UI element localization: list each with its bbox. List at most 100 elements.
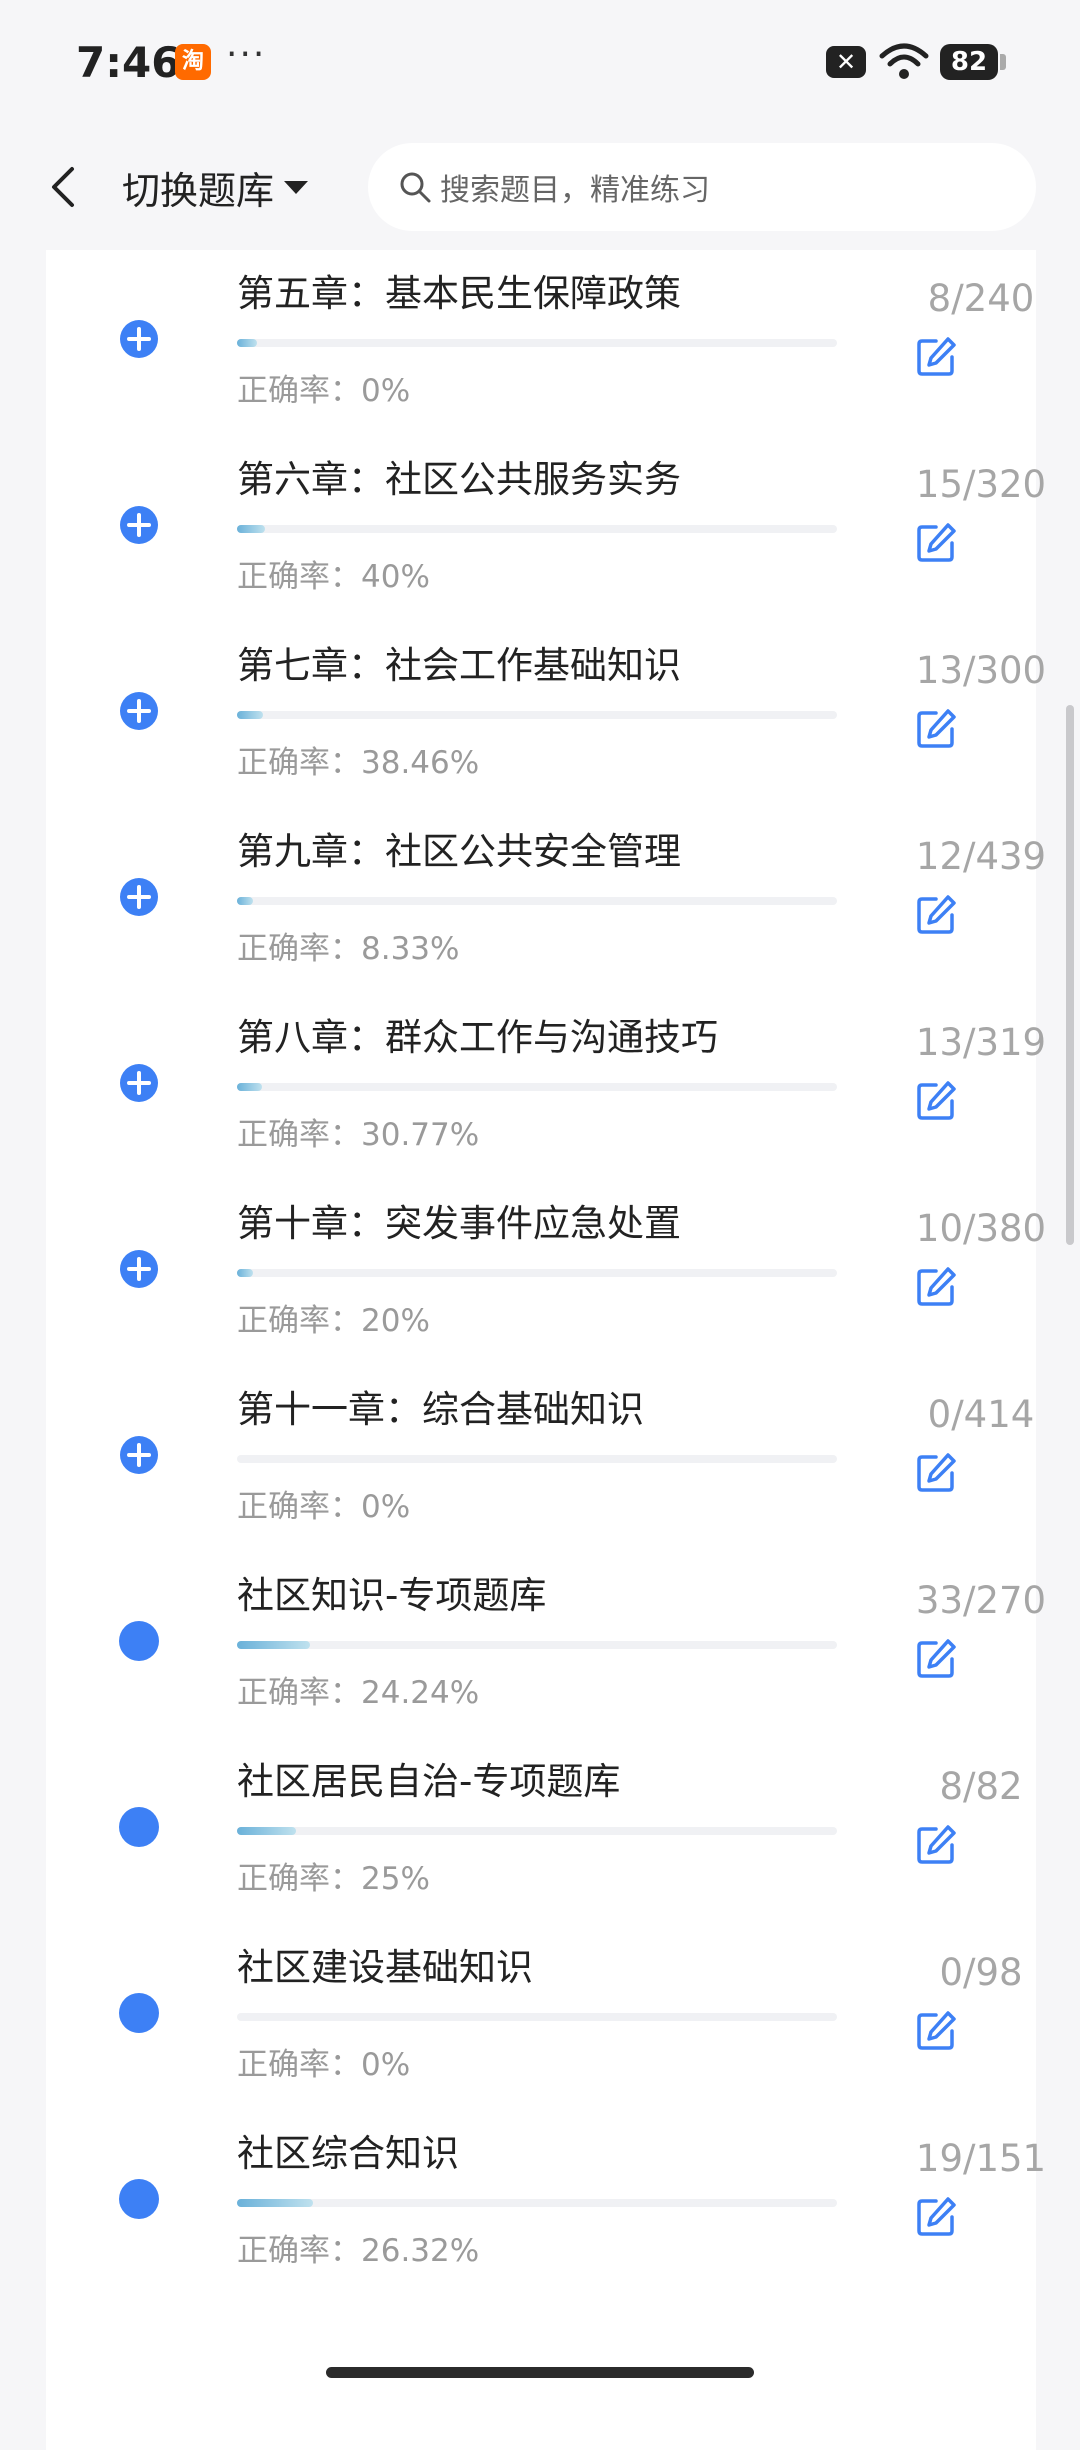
bullet-dot-icon xyxy=(119,1621,159,1661)
chapter-row[interactable]: 第五章：基本民生保障政策正确率：0% 8/240 xyxy=(46,263,1036,453)
chapter-row[interactable]: 第八章：群众工作与沟通技巧 正确率：30.77% 13/319 xyxy=(46,1007,1046,1197)
practice-edit-icon[interactable] xyxy=(914,893,958,937)
progress-bar xyxy=(237,2199,837,2207)
answered-count: 33/270 xyxy=(915,1579,1047,1622)
chapter-row[interactable]: 社区知识-专项题库正确率：24.24% 33/270 xyxy=(46,1565,1046,1755)
home-indicator[interactable] xyxy=(326,2367,754,2378)
search-placeholder: 搜索题目，精准练习 xyxy=(440,173,710,208)
progress-bar xyxy=(237,897,837,905)
accuracy-rate: 正确率：24.24% xyxy=(237,1675,480,1711)
practice-edit-icon[interactable] xyxy=(914,707,958,751)
answered-count: 13/300 xyxy=(915,649,1047,692)
chapter-title: 第八章：群众工作与沟通技巧 xyxy=(237,1016,718,1059)
accuracy-rate: 正确率：40% xyxy=(237,559,430,595)
answered-count: 15/320 xyxy=(915,463,1047,506)
accuracy-rate: 正确率：0% xyxy=(237,373,411,409)
progress-bar xyxy=(237,1641,837,1649)
progress-bar xyxy=(237,1269,837,1277)
expand-plus-icon[interactable] xyxy=(119,1063,159,1103)
chapter-title: 第十一章：综合基础知识 xyxy=(237,1388,644,1431)
expand-plus-icon[interactable] xyxy=(119,319,159,359)
progress-bar-fill xyxy=(237,1269,253,1277)
chapter-title: 第九章：社区公共安全管理 xyxy=(237,830,681,873)
chapter-title: 社区建设基础知识 xyxy=(237,1946,533,1989)
chapter-row[interactable]: 社区综合知识 正确率：26.32% 19/151 xyxy=(46,2123,1046,2313)
answered-count: 0/98 xyxy=(939,1951,1023,1994)
answered-count: 10/380 xyxy=(915,1207,1047,1250)
chapter-title: 社区综合知识 xyxy=(237,2132,459,2175)
expand-plus-icon[interactable] xyxy=(119,1435,159,1475)
expand-plus-icon[interactable] xyxy=(119,1249,159,1289)
progress-bar-fill xyxy=(237,1083,262,1091)
progress-bar-fill xyxy=(237,1827,296,1835)
answered-count: 12/439 xyxy=(915,835,1047,878)
battery-tip xyxy=(1000,54,1006,70)
progress-bar-fill xyxy=(237,525,266,533)
answered-count: 0/414 xyxy=(927,1393,1035,1436)
practice-edit-icon[interactable] xyxy=(914,1265,958,1309)
chapter-title: 第十章：突发事件应急处置 xyxy=(237,1202,681,1245)
battery-icon: 82 xyxy=(940,44,998,80)
chapter-row[interactable]: 第十章：突发事件应急处置正确率：20% 10/380 xyxy=(46,1193,1046,1383)
practice-edit-icon[interactable] xyxy=(914,2009,958,2053)
progress-bar xyxy=(237,2013,837,2021)
bullet-dot-icon xyxy=(119,1807,159,1847)
practice-edit-icon[interactable] xyxy=(914,1451,958,1495)
chapter-row[interactable]: 第十一章：综合基础知识正确率：0% 0/414 xyxy=(46,1379,1036,1569)
answered-count: 8/82 xyxy=(939,1765,1023,1808)
status-time: 7:46 xyxy=(76,38,181,87)
taobao-app-icon: 淘 xyxy=(175,44,211,80)
wifi-icon xyxy=(879,43,929,79)
chapter-title: 第七章：社会工作基础知识 xyxy=(237,644,681,687)
progress-bar xyxy=(237,1455,837,1463)
accuracy-rate: 正确率：8.33% xyxy=(237,931,460,967)
chapter-row[interactable]: 第七章：社会工作基础知识正确率：38.46% 13/300 xyxy=(46,635,1046,825)
accuracy-rate: 正确率：20% xyxy=(237,1303,430,1339)
x-notification-icon: ✕ xyxy=(826,46,866,78)
back-arrow-icon[interactable] xyxy=(44,165,84,209)
progress-bar-fill xyxy=(237,711,263,719)
progress-bar-fill xyxy=(237,897,254,905)
progress-bar xyxy=(237,1083,837,1091)
chapter-title: 社区知识-专项题库 xyxy=(237,1574,547,1617)
expand-plus-icon[interactable] xyxy=(119,691,159,731)
progress-bar xyxy=(237,339,837,347)
bullet-dot-icon xyxy=(119,1993,159,2033)
more-notifications-icon: ··· xyxy=(226,34,267,75)
scrollbar[interactable] xyxy=(1066,705,1074,1245)
practice-edit-icon[interactable] xyxy=(914,521,958,565)
chapter-row[interactable]: 第九章：社区公共安全管理正确率：8.33% 12/439 xyxy=(46,821,1046,1011)
accuracy-rate: 正确率：25% xyxy=(237,1861,430,1897)
accuracy-rate: 正确率：0% xyxy=(237,1489,411,1525)
practice-edit-icon[interactable] xyxy=(914,1637,958,1681)
accuracy-rate: 正确率：30.77% xyxy=(237,1117,480,1153)
progress-bar-fill xyxy=(237,2199,313,2207)
search-icon xyxy=(400,172,431,203)
answered-count: 19/151 xyxy=(915,2137,1047,2180)
answered-count: 8/240 xyxy=(927,277,1035,320)
progress-bar-fill xyxy=(237,1641,311,1649)
progress-bar xyxy=(237,1827,837,1835)
chapter-title: 社区居民自治-专项题库 xyxy=(237,1760,621,1803)
status-bar: 7:46 淘 ··· ✕ 82 xyxy=(0,0,1080,125)
practice-edit-icon[interactable] xyxy=(914,1079,958,1123)
practice-edit-icon[interactable] xyxy=(914,1823,958,1867)
switch-bank-label: 切换题库 xyxy=(122,168,275,213)
practice-edit-icon[interactable] xyxy=(914,2195,958,2239)
chapter-title: 第六章：社区公共服务实务 xyxy=(237,458,681,501)
chapter-row[interactable]: 社区居民自治-专项题库正确率：25% 8/82 xyxy=(46,1751,1036,1941)
chapter-row[interactable]: 第六章：社区公共服务实务正确率：40% 15/320 xyxy=(46,449,1046,639)
search-input[interactable]: 搜索题目，精准练习 xyxy=(368,143,1036,231)
top-header: 切换题库 搜索题目，精准练习 xyxy=(0,125,1080,250)
chapter-title: 第五章：基本民生保障政策 xyxy=(237,272,681,315)
switch-question-bank-button[interactable]: 切换题库 xyxy=(122,161,309,213)
accuracy-rate: 正确率：38.46% xyxy=(237,745,480,781)
bullet-dot-icon xyxy=(119,2179,159,2219)
chapter-row[interactable]: 社区建设基础知识正确率：0% 0/98 xyxy=(46,1937,1036,2127)
practice-edit-icon[interactable] xyxy=(914,335,958,379)
accuracy-rate: 正确率：0% xyxy=(237,2047,411,2083)
chapter-list: 第五章：基本民生保障政策正确率：0% 8/240 第六章：社区公共服务实务正确率：4… xyxy=(46,250,1046,2450)
expand-plus-icon[interactable] xyxy=(119,877,159,917)
expand-plus-icon[interactable] xyxy=(119,505,159,545)
progress-bar-fill xyxy=(237,339,257,347)
